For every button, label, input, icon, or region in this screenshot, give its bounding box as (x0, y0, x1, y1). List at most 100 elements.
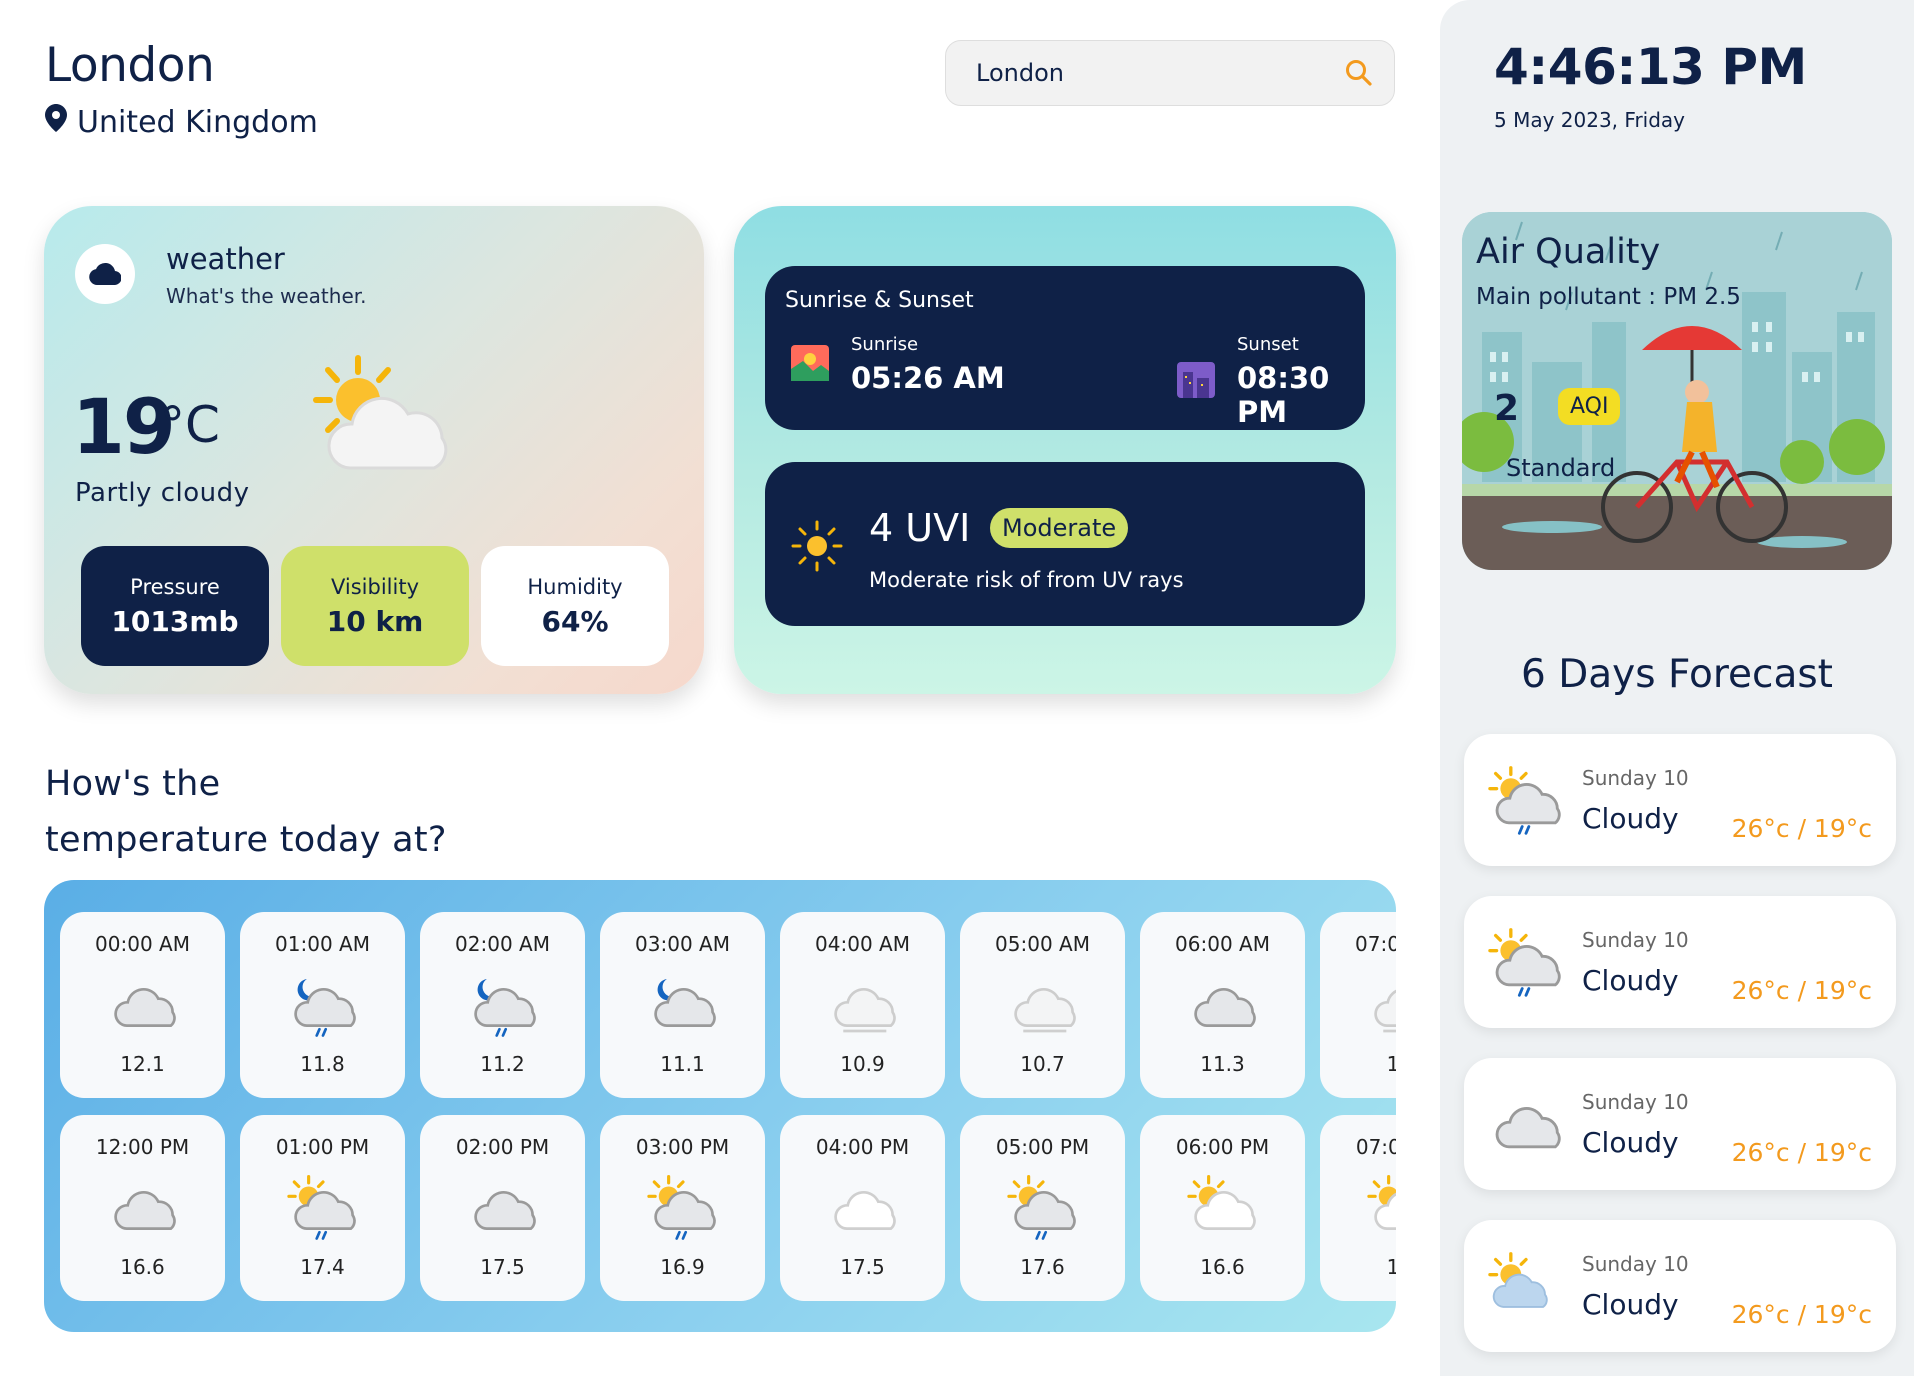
visibility-tile: Visibility 10 km (281, 546, 469, 666)
current-weather-card: weather What's the weather. 19 °C Partly… (44, 206, 704, 694)
weather-card-subtitle: What's the weather. (166, 284, 367, 308)
aqi-standard: Standard (1506, 454, 1616, 482)
uv-value: 4 UVI (869, 506, 971, 550)
hourly-card[interactable]: 07:00 PM 15. (1320, 1115, 1396, 1301)
cloud-icon (103, 1173, 183, 1243)
current-temperature: 19 (72, 382, 176, 471)
hourly-time: 02:00 AM (455, 932, 550, 956)
hourly-title-line1: How's the (45, 764, 221, 804)
hourly-title-line2: temperature today at? (45, 820, 447, 860)
forecast-title: 6 Days Forecast (1521, 652, 1833, 697)
search-input[interactable] (976, 59, 1344, 87)
cloud-icon (1183, 970, 1263, 1040)
humidity-value: 64% (541, 604, 609, 638)
sun-cloud-icon (1183, 1173, 1263, 1243)
hourly-time: 00:00 AM (95, 932, 190, 956)
country-label: United Kingdom (45, 104, 318, 140)
forecast-temp-range: 26°c / 19°c (1731, 814, 1872, 843)
hourly-card[interactable]: 07:00 AM 11. (1320, 912, 1396, 1098)
hourly-card[interactable]: 04:00 PM 17.5 (780, 1115, 945, 1301)
visibility-value: 10 km (326, 604, 424, 638)
cloud-icon (1486, 1088, 1566, 1162)
sunset-block: Sunset 08:30 PM (1177, 334, 1365, 429)
hourly-card[interactable]: 06:00 AM 11.3 (1140, 912, 1305, 1098)
hourly-card[interactable]: 05:00 AM 10.7 (960, 912, 1125, 1098)
uv-description: Moderate risk of from UV rays (869, 568, 1184, 592)
current-time: 4:46:13 PM (1494, 38, 1807, 96)
aqi-value: 2 (1494, 388, 1520, 429)
hourly-temp: 17.6 (1020, 1255, 1065, 1279)
uv-level-badge: Moderate (990, 508, 1129, 548)
hourly-card[interactable]: 00:00 AM 12.1 (60, 912, 225, 1098)
hourly-card[interactable]: 06:00 PM 16.6 (1140, 1115, 1305, 1301)
hourly-temp: 17.5 (840, 1255, 885, 1279)
forecast-day: Sunday 10 (1582, 766, 1689, 790)
search-icon[interactable] (1344, 58, 1374, 88)
hourly-temp: 11. (1386, 1052, 1396, 1076)
pressure-tile: Pressure 1013mb (81, 546, 269, 666)
fog-icon (823, 970, 903, 1040)
sun-icon (791, 520, 843, 572)
sun-cloud-rain-icon (643, 1173, 723, 1243)
hourly-card[interactable]: 02:00 PM 17.5 (420, 1115, 585, 1301)
hourly-card[interactable]: 05:00 PM 17.6 (960, 1115, 1125, 1301)
humidity-tile: Humidity 64% (481, 546, 669, 666)
moon-cloud-icon (643, 970, 723, 1040)
hourly-card[interactable]: 01:00 PM 17.4 (240, 1115, 405, 1301)
sunrise-block: Sunrise 05:26 AM (791, 334, 1005, 395)
forecast-temp-range: 26°c / 19°c (1731, 1138, 1872, 1167)
sun-cloud-rain-icon (283, 1173, 363, 1243)
hourly-forecast-panel[interactable]: 00:00 AM 12.1 01:00 AM 11.8 02:00 AM 11.2 03:0… (44, 880, 1396, 1332)
forecast-day: Sunday 10 (1582, 1090, 1689, 1114)
hourly-time: 05:00 AM (995, 932, 1090, 956)
hourly-temp: 11.2 (480, 1052, 525, 1076)
hourly-card[interactable]: 04:00 AM 10.9 (780, 912, 945, 1098)
hourly-title: How's the temperature today at? (45, 756, 447, 868)
hourly-card[interactable]: 01:00 AM 11.8 (240, 912, 405, 1098)
hourly-card[interactable]: 03:00 PM 16.9 (600, 1115, 765, 1301)
search-bar[interactable] (945, 40, 1395, 106)
hourly-card[interactable]: 02:00 AM 11.2 (420, 912, 585, 1098)
forecast-day-card[interactable]: Sunday 10 Cloudy 26°c / 19°c (1464, 734, 1896, 866)
forecast-day: Sunday 10 (1582, 928, 1689, 952)
cloud-icon (75, 244, 135, 304)
forecast-day: Sunday 10 (1582, 1252, 1689, 1276)
cloud-icon (103, 970, 183, 1040)
hourly-card[interactable]: 12:00 PM 16.6 (60, 1115, 225, 1301)
hourly-card[interactable]: 03:00 AM 11.1 (600, 912, 765, 1098)
sunset-label: Sunset (1237, 334, 1299, 355)
hourly-temp: 10.7 (1020, 1052, 1065, 1076)
weather-card-title: weather (166, 242, 285, 276)
forecast-temp-range: 26°c / 19°c (1731, 976, 1872, 1005)
moon-cloud-rain-icon (283, 970, 363, 1040)
country-name: United Kingdom (77, 104, 318, 140)
forecast-day-card[interactable]: Sunday 10 Cloudy 26°c / 19°c (1464, 1220, 1896, 1352)
hourly-temp: 17.5 (480, 1255, 525, 1279)
sunrise-time: 05:26 AM (851, 361, 1005, 395)
hourly-temp: 10.9 (840, 1052, 885, 1076)
forecast-condition: Cloudy (1582, 802, 1679, 835)
hourly-temp: 16.6 (1200, 1255, 1245, 1279)
partly-cloudy-icon (306, 352, 466, 482)
forecast-day-card[interactable]: Sunday 10 Cloudy 26°c / 19°c (1464, 1058, 1896, 1190)
current-date: 5 May 2023, Friday (1494, 108, 1686, 132)
current-condition: Partly cloudy (75, 478, 250, 508)
temperature-unit: °C (160, 396, 220, 454)
sunrise-label: Sunrise (851, 334, 919, 355)
sunset-time: 08:30 PM (1237, 361, 1330, 429)
sunset-icon (1177, 361, 1215, 402)
aqi-badge: AQI (1558, 388, 1621, 425)
sun-cloud-rain-icon (1003, 1173, 1083, 1243)
hourly-temp: 11.1 (660, 1052, 705, 1076)
forecast-condition: Cloudy (1582, 1126, 1679, 1159)
cloud-icon (463, 1173, 543, 1243)
hourly-temp: 15. (1386, 1255, 1396, 1279)
hourly-time: 12:00 PM (95, 1135, 190, 1159)
forecast-condition: Cloudy (1582, 964, 1679, 997)
hourly-time: 01:00 AM (275, 932, 370, 956)
pressure-label: Pressure (130, 574, 220, 599)
forecast-day-card[interactable]: Sunday 10 Cloudy 26°c / 19°c (1464, 896, 1896, 1028)
main-panel: London United Kingdom weather What's the… (0, 0, 1438, 1376)
hourly-time: 07:00 PM (1355, 1135, 1396, 1159)
hourly-time: 01:00 PM (275, 1135, 370, 1159)
